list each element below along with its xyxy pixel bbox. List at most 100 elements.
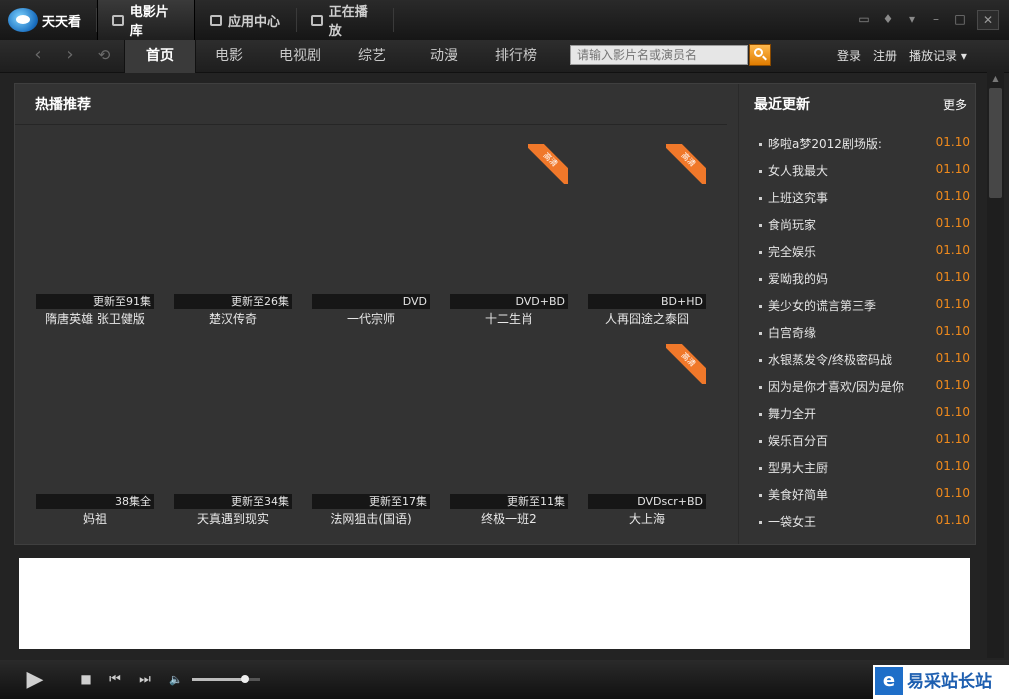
video-title[interactable]: 一代宗师 [302,310,440,327]
poster[interactable] [174,334,292,509]
bullet-icon [759,143,762,146]
tab-variety[interactable]: 综艺 [337,40,407,72]
tab-home[interactable]: 首页 [124,40,196,73]
stop-icon[interactable]: ■ [76,660,96,699]
skin-icon[interactable]: ▭ [857,12,871,26]
episode-info: DVD [312,294,430,309]
login-link[interactable]: 登录 [837,40,861,72]
recent-item-name[interactable]: 娱乐百分百 [768,432,828,449]
recent-item[interactable]: 爱呦我的妈 01.10 [755,270,975,297]
poster[interactable] [36,334,154,509]
section-divider [15,124,727,125]
video-title[interactable]: 十二生肖 [440,310,578,327]
video-card[interactable]: 更新至17集 法网狙击(国语) [312,334,430,526]
volume-knob[interactable] [241,675,250,683]
recent-item-name[interactable]: 爱呦我的妈 [768,270,828,287]
video-card[interactable]: 高清 DVD+BD 十二生肖 [450,134,568,326]
video-title[interactable]: 终极一班2 [440,510,578,527]
register-link[interactable]: 注册 [873,40,897,72]
search-button[interactable] [749,44,771,66]
tab-app-center[interactable]: 应用中心 [196,0,296,40]
previous-icon[interactable]: ⏮ [104,660,126,699]
recent-item-name[interactable]: 上班这究事 [768,189,828,206]
recent-item-name[interactable]: 美少女的谎言第三季 [768,297,876,314]
episode-info: 更新至11集 [450,494,568,509]
recent-item[interactable]: 因为是你才喜欢/因为是你 01.10 [755,378,975,405]
video-title[interactable]: 天真遇到现实 [164,510,302,527]
recent-item[interactable]: 女人我最大 01.10 [755,162,975,189]
video-card[interactable]: 高清 BD+HD 人再囧途之泰囧 [588,134,706,326]
recent-item[interactable]: 舞力全开 01.10 [755,405,975,432]
recent-item-name[interactable]: 食尚玩家 [768,216,816,233]
scroll-up-icon[interactable]: ▲ [987,72,1004,86]
recent-item[interactable]: 上班这究事 01.10 [755,189,975,216]
recent-item-name[interactable]: 白宫奇缘 [768,324,816,341]
recent-item-name[interactable]: 型男大主厨 [768,459,828,476]
recent-item[interactable]: 美食好简单 01.10 [755,486,975,513]
tab-tv-series[interactable]: 电视剧 [265,40,335,72]
poster[interactable] [312,134,430,309]
recent-item-name[interactable]: 一袋女王 [768,513,816,530]
video-card[interactable]: 38集全 妈祖 [36,334,154,526]
play-history-menu[interactable]: 播放记录 ▾ [909,40,967,72]
forward-icon[interactable]: › [56,40,84,72]
app-window: 天天看 电影片库 应用中心 正在播放 ▭ ♦ ▾ – □ ✕ ‹ › ⟲ 首页 [0,0,1009,699]
poster[interactable] [450,334,568,509]
recent-item[interactable]: 水银蒸发令/终极密码战 01.10 [755,351,975,378]
video-title[interactable]: 人再囧途之泰囧 [578,310,716,327]
tab-movie-library[interactable]: 电影片库 [97,0,195,40]
back-icon[interactable]: ‹ [24,40,52,72]
video-card[interactable]: 更新至26集 楚汉传奇 [174,134,292,326]
video-card[interactable]: 更新至91集 隋唐英雄 张卫健版 [36,134,154,326]
recent-item[interactable]: 美少女的谎言第三季 01.10 [755,297,975,324]
poster[interactable] [36,134,154,309]
recent-item[interactable]: 食尚玩家 01.10 [755,216,975,243]
minimize-icon[interactable]: – [929,12,943,26]
recent-item-name[interactable]: 完全娱乐 [768,243,816,260]
recent-item-name[interactable]: 美食好简单 [768,486,828,503]
recent-item[interactable]: 娱乐百分百 01.10 [755,432,975,459]
video-title[interactable]: 法网狙击(国语) [302,510,440,527]
menu-icon[interactable]: ▾ [905,12,919,26]
volume-icon[interactable]: 🔈 [166,660,186,699]
video-card[interactable]: 高清 DVDscr+BD 大上海 [588,334,706,526]
recent-item[interactable]: 型男大主厨 01.10 [755,459,975,486]
tab-rankings[interactable]: 排行榜 [481,40,551,72]
recent-item[interactable]: 一袋女王 01.10 [755,513,975,540]
tab-anime[interactable]: 动漫 [409,40,479,72]
tab-movies[interactable]: 电影 [194,40,264,72]
refresh-icon[interactable]: ⟲ [90,40,118,72]
video-card[interactable]: 更新至11集 终极一班2 [450,334,568,526]
recent-item[interactable]: 完全娱乐 01.10 [755,243,975,270]
recent-item-name[interactable]: 哆啦a梦2012剧场版: [768,135,882,152]
recent-item-name[interactable]: 女人我最大 [768,162,828,179]
vertical-scrollbar[interactable]: ▲ [987,72,1004,658]
poster[interactable] [312,334,430,509]
shirt-icon[interactable]: ♦ [881,12,895,26]
tab-now-playing[interactable]: 正在播放 [297,0,393,40]
episode-info: 38集全 [36,494,154,509]
video-title[interactable]: 妈祖 [26,510,164,527]
poster[interactable] [174,134,292,309]
video-card[interactable]: 更新至34集 天真遇到现实 [174,334,292,526]
more-link[interactable]: 更多 [943,96,967,113]
video-title[interactable]: 大上海 [578,510,716,527]
recent-item[interactable]: 白宫奇缘 01.10 [755,324,975,351]
video-card[interactable]: DVD 一代宗师 [312,134,430,326]
recent-item-date: 01.10 [935,324,970,338]
video-title[interactable]: 隋唐英雄 张卫健版 [26,310,164,327]
scroll-thumb[interactable] [989,88,1002,198]
close-icon[interactable]: ✕ [977,10,999,30]
recent-item[interactable]: 哆啦a梦2012剧场版: 01.10 [755,135,975,162]
next-icon[interactable]: ⏭ [134,660,156,699]
recent-item-name[interactable]: 舞力全开 [768,405,816,422]
volume-slider[interactable] [192,675,260,683]
hd-badge-label: 高清 [528,144,568,184]
maximize-icon[interactable]: □ [953,12,967,26]
play-icon[interactable]: ▶ [20,660,50,699]
video-title[interactable]: 楚汉传奇 [164,310,302,327]
search-input[interactable] [570,45,748,65]
recent-item-name[interactable]: 因为是你才喜欢/因为是你 [768,378,904,395]
title-separator [393,8,394,32]
recent-item-name[interactable]: 水银蒸发令/终极密码战 [768,351,892,368]
